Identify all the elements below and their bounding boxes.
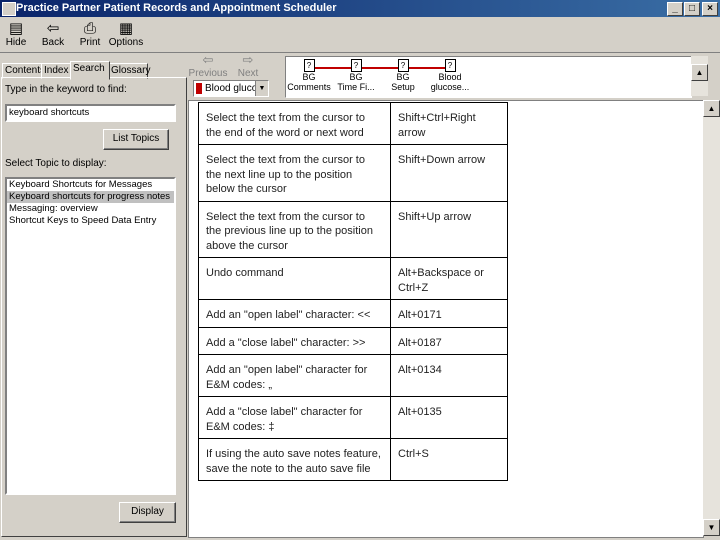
shortcut-action: Select the text from the cursor to the e… xyxy=(198,102,391,145)
topic-blood-glucose[interactable]: ? Blood glucose... xyxy=(425,59,475,92)
list-item[interactable]: Keyboard Shortcuts for Messages xyxy=(7,179,174,191)
minimize-button[interactable]: _ xyxy=(667,2,683,16)
shortcut-action: Add a "close label" character: >> xyxy=(198,326,391,355)
shortcut-keys: Alt+0171 xyxy=(390,299,508,328)
table-row: Undo command Alt+Backspace or Ctrl+Z xyxy=(198,257,508,300)
topic-bg-comments[interactable]: ? BG Comments xyxy=(284,59,334,92)
maximize-button[interactable]: □ xyxy=(684,2,700,16)
document-icon: ? xyxy=(397,59,409,72)
shortcut-keys: Shift+Up arrow xyxy=(390,200,508,258)
table-row: Add an "open label" character: << Alt+017… xyxy=(198,299,508,328)
list-item[interactable]: Keyboard shortcuts for progress notes xyxy=(7,191,174,203)
shortcut-action: Undo command xyxy=(198,257,391,300)
back-arrow-icon: ⇦ xyxy=(46,19,60,37)
print-label: Print xyxy=(79,37,101,48)
previous-arrow-icon: ⇦ xyxy=(202,53,214,68)
title-bar: Practice Partner Patient Records and App… xyxy=(0,0,720,17)
help-content: Select the text from the cursor to the e… xyxy=(188,100,704,538)
options-icon: ▦ xyxy=(118,19,134,37)
search-panel: Type in the keyword to find: keyboard sh… xyxy=(1,77,187,537)
back-label: Back xyxy=(41,37,65,48)
shortcuts-table: Select the text from the cursor to the e… xyxy=(198,102,508,481)
topics-scrollbar[interactable]: ▲ xyxy=(691,56,708,96)
printer-icon: ⎙ xyxy=(83,19,96,37)
document-icon: ? xyxy=(303,59,315,72)
topic-line1: Blood xyxy=(438,72,462,82)
table-row: If using the auto save notes feature, sa… xyxy=(198,438,508,481)
related-topics-strip: ? BG Comments ? BG Time Fi... ? BG Setup… xyxy=(285,56,692,98)
shortcut-action: Add an "open label" character: << xyxy=(198,299,391,328)
close-button[interactable]: × xyxy=(702,2,718,16)
topic-line2: Setup xyxy=(391,82,415,92)
topic-bg-time[interactable]: ? BG Time Fi... xyxy=(331,59,381,92)
topic-list[interactable]: Keyboard Shortcuts for Messages Keyboard… xyxy=(5,177,176,495)
shortcut-keys: Alt+0187 xyxy=(390,326,508,355)
tab-search[interactable]: Search xyxy=(70,61,110,80)
hide-icon: ▤ xyxy=(8,19,24,37)
topic-line2: Comments xyxy=(287,82,331,92)
document-icon: ? xyxy=(350,59,362,72)
next-label: Next xyxy=(237,68,259,79)
table-row: Select the text from the cursor to the p… xyxy=(198,200,508,258)
shortcut-action: Select the text from the cursor to the p… xyxy=(198,200,391,258)
next-arrow-icon: ⇨ xyxy=(242,53,254,68)
scroll-up-icon[interactable]: ▲ xyxy=(691,64,708,81)
topic-line1: BG xyxy=(396,72,410,82)
chevron-down-icon[interactable]: ▼ xyxy=(255,81,268,96)
app-icon xyxy=(2,2,16,16)
options-label: Options xyxy=(108,37,144,48)
list-topics-button[interactable]: List Topics xyxy=(103,129,169,150)
table-row: Add an "open label" character for E&M co… xyxy=(198,354,508,397)
list-item[interactable]: Messaging: overview xyxy=(7,203,174,215)
table-row: Select the text from the cursor to the e… xyxy=(198,102,508,145)
table-row: Add a "close label" character: >> Alt+018… xyxy=(198,326,508,355)
table-row: Select the text from the cursor to the n… xyxy=(198,144,508,202)
topic-line2: glucose... xyxy=(430,82,470,92)
table-row: Add a "close label" character for E&M co… xyxy=(198,396,508,439)
window-title: Practice Partner Patient Records and App… xyxy=(16,2,337,14)
shortcut-action: Add an "open label" character for E&M co… xyxy=(198,354,391,397)
shortcut-keys: Alt+0135 xyxy=(390,396,508,439)
shortcut-keys: Shift+Down arrow xyxy=(390,144,508,202)
topic-line1: BG xyxy=(302,72,316,82)
shortcut-action: Select the text from the cursor to the n… xyxy=(198,144,391,202)
hide-button[interactable]: ▤ Hide xyxy=(0,19,36,51)
red-marker-icon xyxy=(196,83,202,94)
topic-navigation-bar: ⇦ Previous ⇨ Next Blood glucose ▼ ? BG C… xyxy=(188,52,720,100)
document-icon: ? xyxy=(444,59,456,72)
shortcut-keys: Shift+Ctrl+Right arrow xyxy=(390,102,508,145)
scroll-down-icon[interactable]: ▼ xyxy=(703,519,720,536)
shortcut-action: If using the auto save notes feature, sa… xyxy=(198,438,391,481)
content-scrollbar[interactable]: ▲ ▼ xyxy=(703,100,720,536)
print-button[interactable]: ⎙ Print xyxy=(70,19,110,51)
topic-bg-setup[interactable]: ? BG Setup xyxy=(378,59,428,92)
options-button[interactable]: ▦ Options xyxy=(106,19,146,51)
topic-line1: BG xyxy=(349,72,363,82)
back-button[interactable]: ⇦ Back xyxy=(33,19,73,51)
list-item[interactable]: Shortcut Keys to Speed Data Entry xyxy=(7,215,174,227)
select-topic-label: Select Topic to display: xyxy=(5,158,107,169)
keyword-prompt: Type in the keyword to find: xyxy=(5,84,127,95)
hide-label: Hide xyxy=(5,37,27,48)
previous-label: Previous xyxy=(188,68,228,79)
shortcut-keys: Alt+Backspace or Ctrl+Z xyxy=(390,257,508,300)
topic-line2: Time Fi... xyxy=(337,82,375,92)
shortcut-keys: Ctrl+S xyxy=(390,438,508,481)
keyword-input[interactable]: keyboard shortcuts xyxy=(5,104,176,122)
topic-dropdown[interactable]: Blood glucose ▼ xyxy=(193,80,269,97)
display-button[interactable]: Display xyxy=(119,502,176,523)
toolbar: ▤ Hide ⇦ Back ⎙ Print ▦ Options xyxy=(0,17,720,53)
shortcut-action: Add a "close label" character for E&M co… xyxy=(198,396,391,439)
shortcut-keys: Alt+0134 xyxy=(390,354,508,397)
scroll-up-icon[interactable]: ▲ xyxy=(703,100,720,117)
